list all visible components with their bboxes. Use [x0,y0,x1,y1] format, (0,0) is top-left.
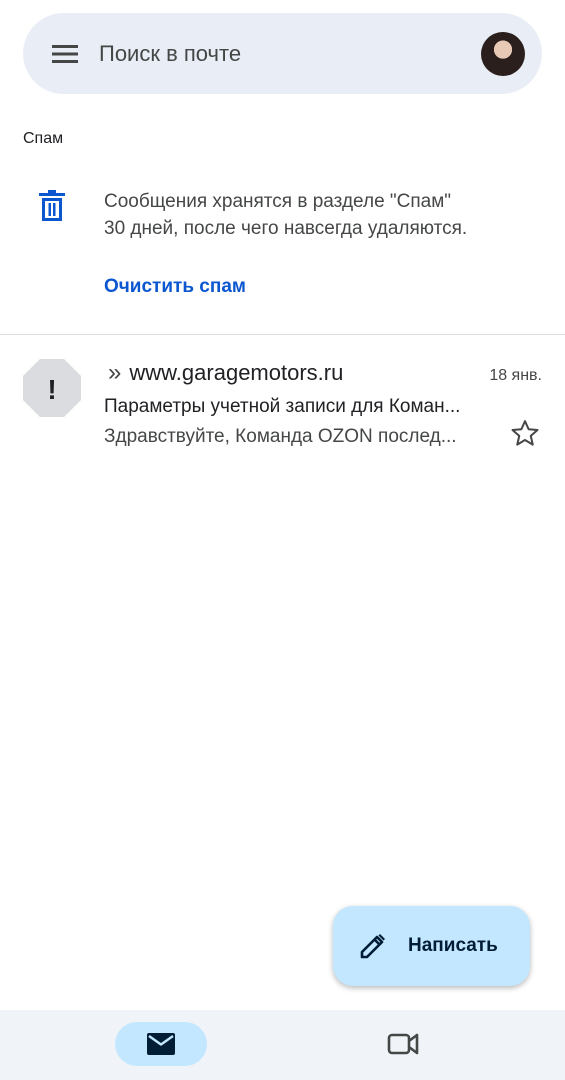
hamburger-menu-icon [52,44,78,63]
mail-subject: Параметры учетной записи для Коман... [104,396,461,417]
search-bar[interactable]: Поиск в почте [23,13,542,94]
compose-label: Написать [408,935,498,956]
nav-meet-tab[interactable] [380,1024,426,1064]
hamburger-menu-button[interactable] [45,34,85,74]
pencil-icon [360,934,385,959]
sender-line: » www.garagemotors.ru [108,360,343,386]
video-camera-icon [387,1033,419,1055]
bottom-navigation [0,1010,565,1080]
mail-date: 18 янв. [489,367,542,384]
mail-icon [147,1033,175,1055]
divider [0,334,565,335]
mail-sender: www.garagemotors.ru [129,360,344,385]
folder-title: Спам [23,130,64,147]
trash-icon [39,190,65,221]
spam-info-line-1: Сообщения хранятся в разделе "Спам" [104,191,452,212]
nav-mail-tab[interactable] [115,1022,207,1066]
spam-info-text: Сообщения хранятся в разделе "Спам" 30 д… [104,188,544,242]
clear-spam-button[interactable]: Очистить спам [104,276,246,298]
spam-warning-glyph: ! [47,374,56,405]
account-avatar[interactable] [481,31,525,76]
mail-list-item[interactable]: ! » www.garagemotors.ru 18 янв. Параметр… [0,350,565,450]
mail-snippet: Здравствуйте, Команда OZON послед... [104,426,457,447]
search-input[interactable]: Поиск в почте [99,41,481,67]
spam-info-line-2: 30 дней, после чего навсегда удаляются. [104,218,468,239]
star-icon[interactable] [510,418,540,448]
spam-warning-icon: ! [23,359,81,417]
compose-button[interactable]: Написать [333,906,530,986]
importance-marker-icon: » [108,359,122,386]
